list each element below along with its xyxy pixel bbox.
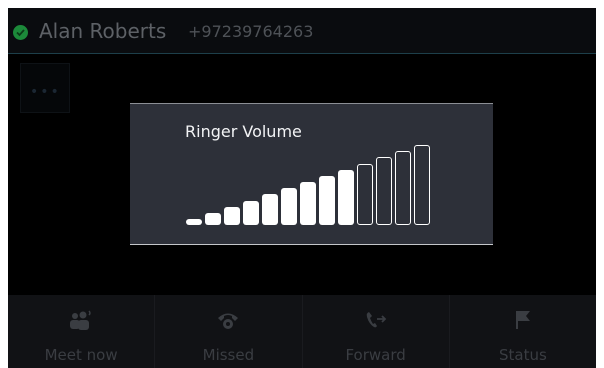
volume-bar	[395, 151, 411, 225]
softkey-label: Missed	[202, 346, 255, 364]
volume-bar	[319, 175, 335, 225]
volume-bar	[414, 145, 430, 225]
softkey-status[interactable]: Status	[450, 295, 596, 368]
softkey-label: Meet now	[44, 346, 118, 364]
more-options-tile[interactable]: •••	[20, 63, 70, 113]
volume-bar	[376, 157, 392, 225]
call-header: Alan Roberts +97239764263	[8, 8, 596, 54]
volume-bar	[262, 194, 278, 225]
softkey-missed[interactable]: Missed	[155, 295, 303, 368]
volume-bar	[300, 182, 316, 225]
forward-icon	[364, 309, 388, 331]
volume-bar	[224, 206, 240, 225]
volume-bar	[281, 188, 297, 225]
softkey-meet-now[interactable]: Meet now	[8, 295, 156, 368]
status-flag-icon	[511, 309, 535, 331]
caller-number: +97239764263	[188, 22, 314, 41]
caller-name: Alan Roberts	[39, 19, 167, 43]
meet-now-icon	[69, 309, 93, 331]
volume-bar	[186, 219, 202, 225]
volume-bar	[357, 163, 373, 225]
volume-bar	[205, 212, 221, 225]
softkey-forward[interactable]: Forward	[303, 295, 450, 368]
volume-level-indicator[interactable]	[186, 104, 436, 239]
more-dots-icon: •••	[30, 84, 61, 100]
ringer-volume-dialog: Ringer Volume	[130, 103, 493, 245]
phone-screen: Alan Roberts +97239764263 ••• Meet now M…	[8, 8, 596, 368]
softkey-label: Forward	[345, 346, 406, 364]
presence-available-icon	[13, 25, 28, 40]
softkey-bar: Meet now Missed Forward Status	[8, 295, 596, 368]
volume-bar	[243, 200, 259, 225]
volume-bar	[338, 169, 354, 225]
softkey-label: Status	[498, 346, 547, 364]
missed-calls-icon	[216, 309, 240, 331]
